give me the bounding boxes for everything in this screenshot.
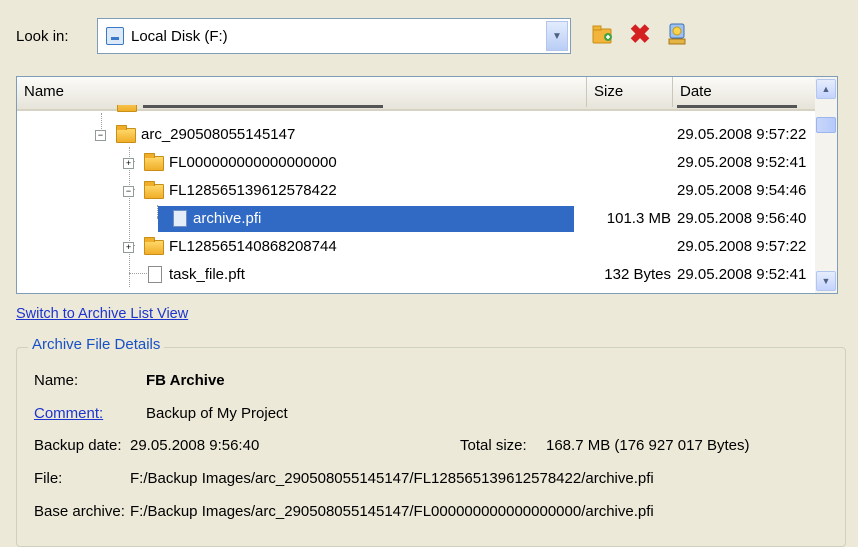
column-name-header[interactable]: Name [17,77,587,107]
file-label: File: [34,470,63,487]
scroll-down-icon[interactable]: ▼ [816,271,836,291]
tree-row[interactable]: − arc_290508055145147 29.05.2008 9:57:22 [17,121,815,149]
tree-row-name: FL000000000000000000 [169,154,337,171]
tree-row-size: 101.3 MB [606,210,671,227]
tree-row-date: 29.05.2008 9:54:46 [677,182,807,199]
tree-row[interactable]: + FL128565140868208744 29.05.2008 9:57:2… [17,233,815,261]
tree-row[interactable]: − FL128565139612578422 29.05.2008 9:54:4… [17,177,815,205]
archive-file-details-title: Archive File Details [28,336,165,353]
comment-link[interactable]: Comment: [34,405,103,422]
scroll-up-icon[interactable]: ▲ [816,79,836,99]
file-icon [148,266,162,283]
folder-icon [116,125,136,143]
look-in-value: Local Disk (F:) [131,28,228,45]
tree-row-date: 29.05.2008 9:57:22 [677,126,807,143]
folder-icon [144,237,164,255]
tree-row-name: FL128565140868208744 [169,238,337,255]
folder-icon [144,181,164,199]
expand-icon[interactable]: + [123,158,134,169]
look-in-label: Look in: [16,28,69,45]
tree-row-date: 29.05.2008 9:52:41 [677,154,807,171]
folder-icon [144,153,164,171]
file-path-value: F:/Backup Images/arc_290508055145147/FL1… [130,470,654,487]
tree-row-selected[interactable]: archive.pfi 101.3 MB 29.05.2008 9:56:40 [17,205,815,233]
collapse-icon[interactable]: − [123,186,134,197]
tree-row-name: arc_290508055145147 [141,126,296,143]
tree-row-date: 29.05.2008 9:57:22 [677,238,807,255]
base-archive-label: Base archive: [34,503,125,520]
base-archive-path-value: F:/Backup Images/arc_290508055145147/FL0… [130,503,654,520]
partial-row [17,105,815,113]
backup-date-value: 29.05.2008 9:56:40 [130,437,260,454]
local-disk-icon [106,27,124,45]
column-date-header[interactable]: Date [673,77,815,107]
collapse-icon[interactable]: − [95,130,106,141]
total-size-value: 168.7 MB (176 927 017 Bytes) [546,437,750,454]
comment-value: Backup of My Project [146,405,288,422]
expand-icon[interactable]: + [123,242,134,253]
tree-row-date: 29.05.2008 9:52:41 [677,266,807,283]
archive-file-icon [173,210,187,227]
name-label: Name: [34,372,79,389]
total-size-label: Total size: [460,437,527,454]
tree-row-name: FL128565139612578422 [169,182,337,199]
name-value: FB Archive [146,372,225,389]
delete-icon[interactable]: ✖ [627,19,653,49]
vertical-scrollbar[interactable]: ▲ ▼ [815,77,837,293]
tree-row[interactable]: task_file.pft 132 Bytes 29.05.2008 9:52:… [17,261,815,289]
tree-row-date: 29.05.2008 9:56:40 [677,210,807,227]
archive-tree-panel[interactable]: Name Size Date − arc_290508055145147 29.… [16,76,838,294]
tree-row-size: 132 Bytes [604,266,671,283]
scroll-thumb[interactable] [816,117,836,133]
new-folder-icon[interactable] [590,20,616,48]
tree-row[interactable]: + FL000000000000000000 29.05.2008 9:52:4… [17,149,815,177]
switch-to-archive-list-view-link[interactable]: Switch to Archive List View [16,306,188,322]
tree-row-name: task_file.pft [169,266,245,283]
look-in-combobox[interactable]: Local Disk (F:) ▼ [97,18,571,54]
chevron-down-icon[interactable]: ▼ [546,21,568,51]
column-size-header[interactable]: Size [587,77,673,107]
backup-date-label: Backup date: [34,437,122,454]
tree-row-name: archive.pfi [193,210,262,227]
properties-icon[interactable] [664,20,690,48]
folder-icon [117,105,137,112]
